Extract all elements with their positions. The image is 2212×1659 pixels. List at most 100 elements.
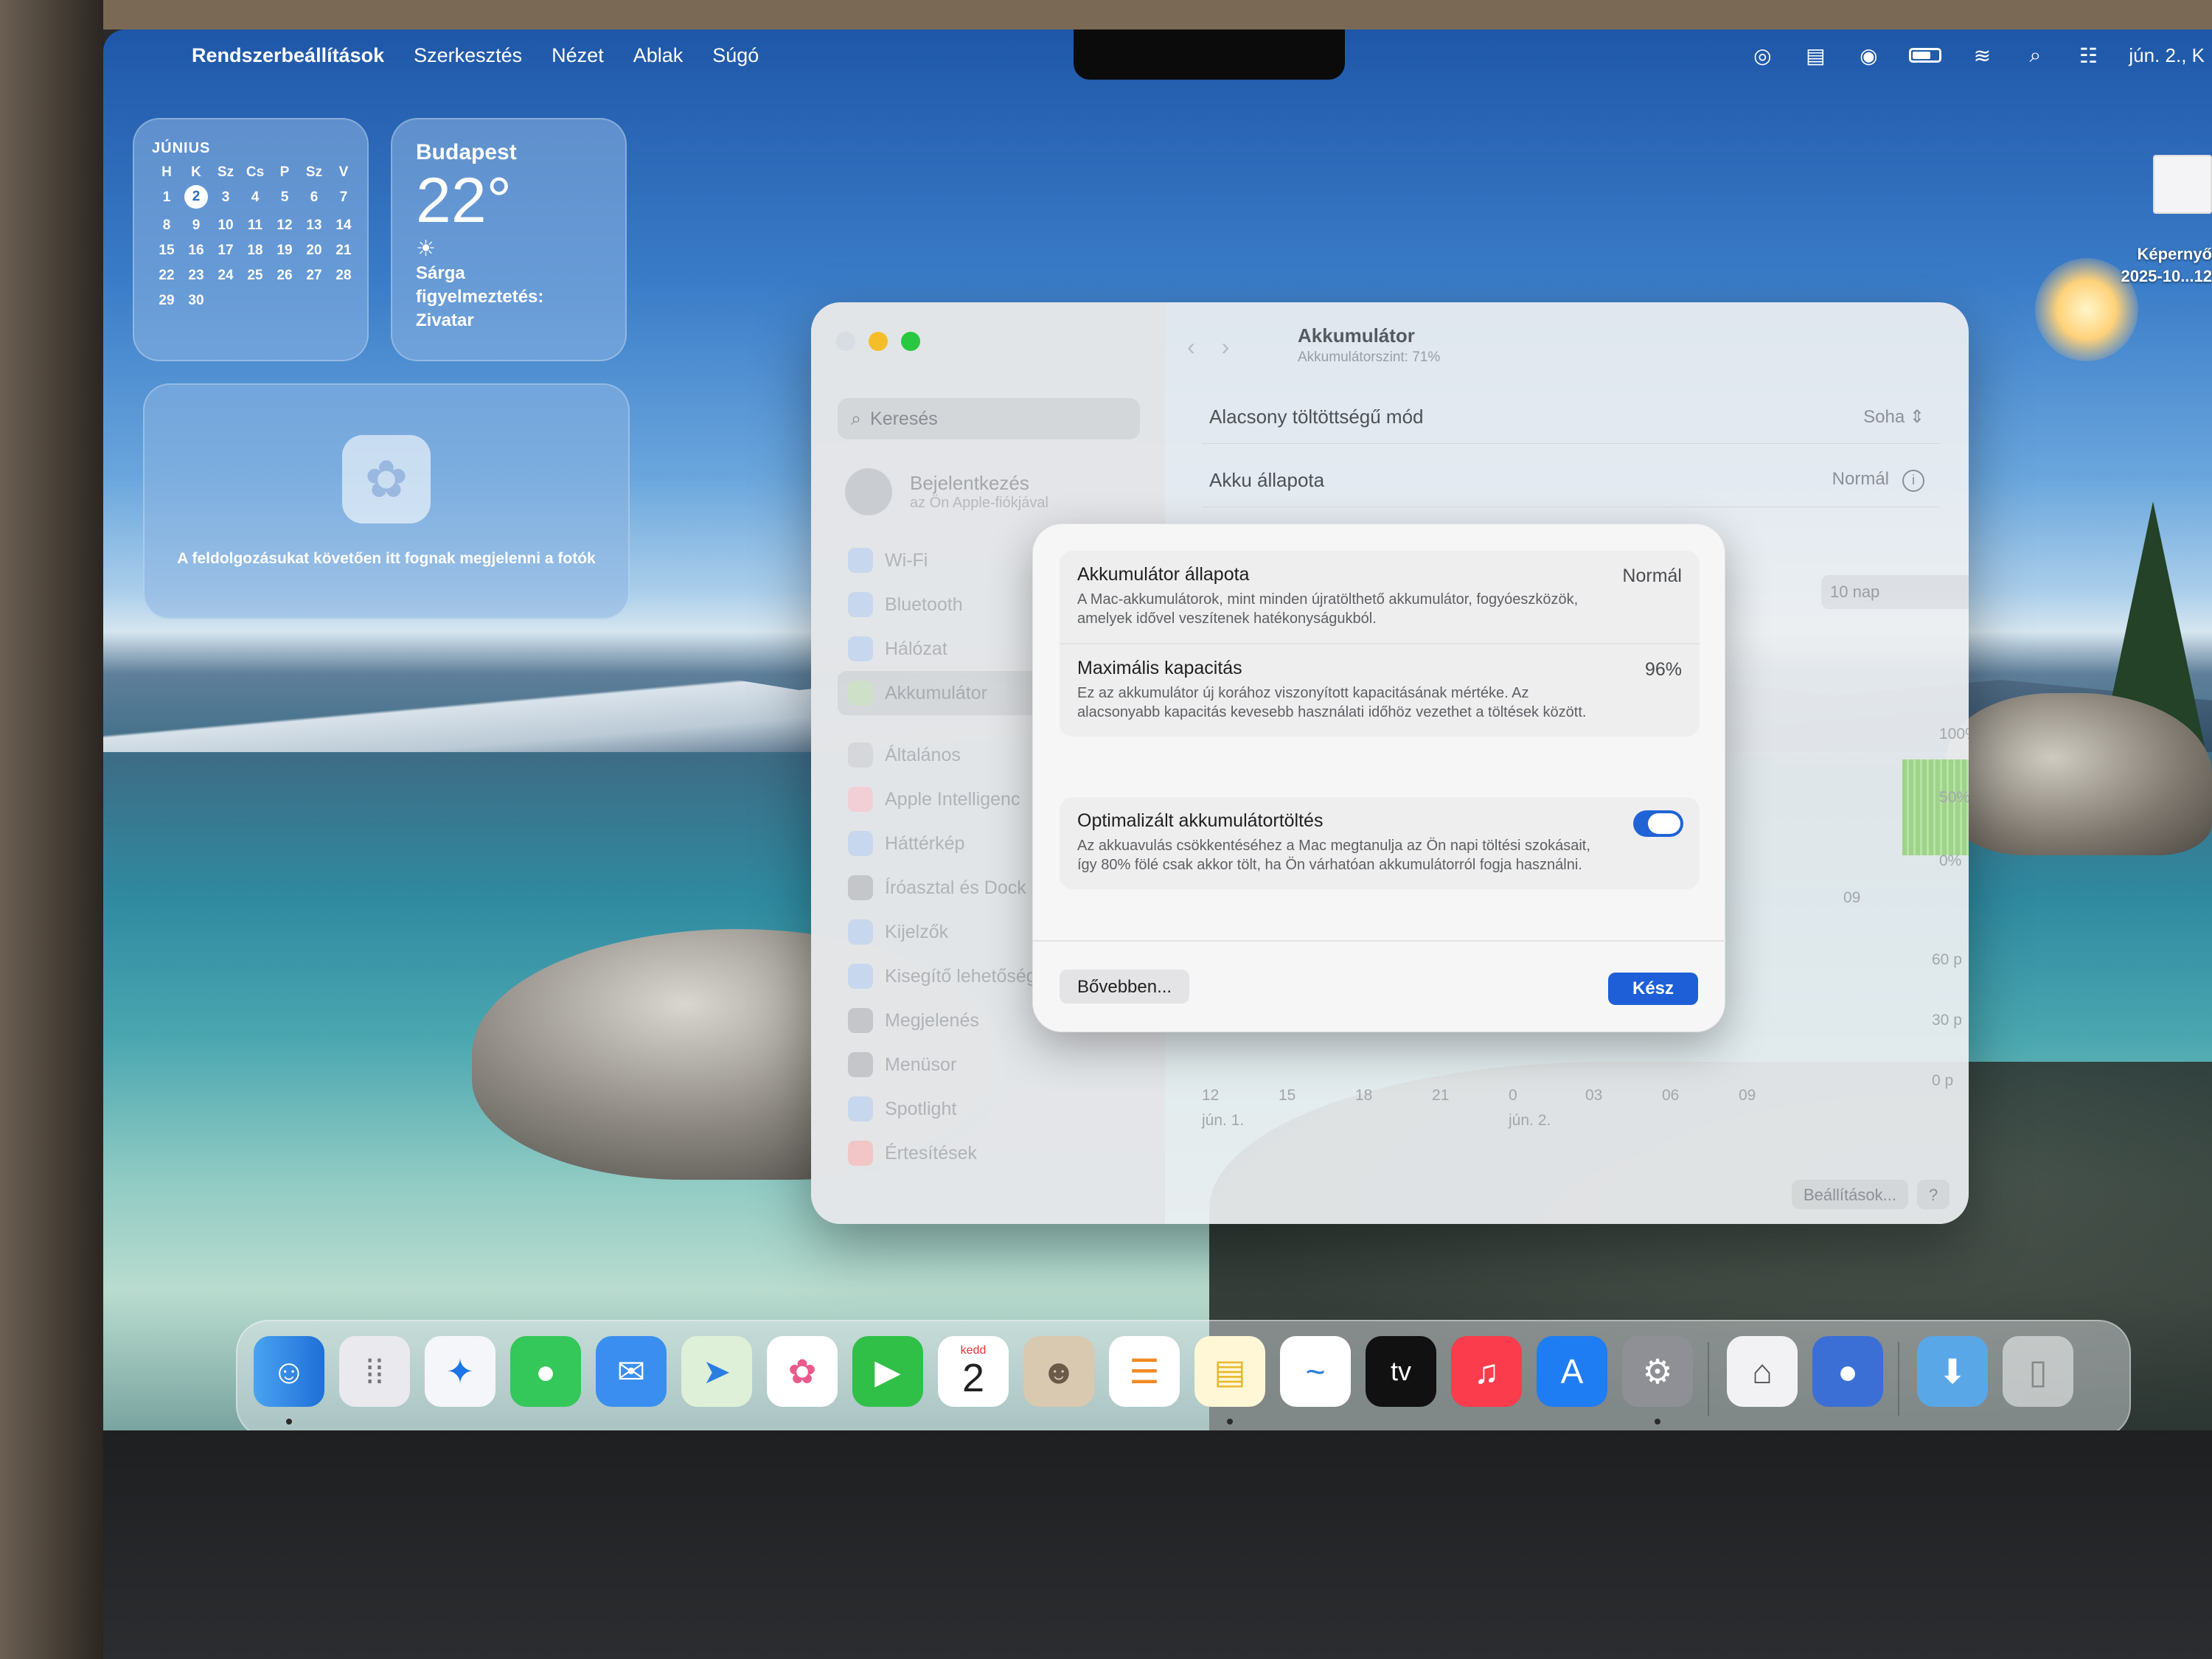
- learn-more-button[interactable]: Bővebben...: [1060, 970, 1190, 1004]
- optimized-title: Optimalizált akkumulátortöltés: [1077, 810, 1324, 831]
- calendar-day: 30: [188, 293, 204, 308]
- weather-alert-2: figyelmeztetés:: [416, 287, 544, 307]
- sidebar-item-spotlight[interactable]: Spotlight: [838, 1087, 1147, 1131]
- optimized-charging-toggle[interactable]: [1633, 810, 1683, 837]
- dock-calendar-date: 2: [961, 1356, 985, 1400]
- sidebar-label: Akkumulátor: [885, 682, 987, 703]
- app-store-icon[interactable]: A: [1537, 1336, 1607, 1407]
- focus-icon[interactable]: ◎: [1750, 43, 1775, 68]
- contacts-icon[interactable]: ☻: [1023, 1336, 1094, 1407]
- calendar-day: 6: [310, 189, 319, 205]
- sidebar-label: Kisegítő lehetőség: [885, 965, 1037, 987]
- chart-day-label: jún. 1.: [1202, 1112, 1245, 1129]
- running-indicator: [286, 1419, 292, 1425]
- sidebar-label: Bluetooth: [885, 594, 963, 615]
- maps-icon[interactable]: ➤: [681, 1336, 752, 1407]
- facetime-icon[interactable]: ▶: [852, 1336, 923, 1407]
- zoom-button[interactable]: [901, 332, 920, 351]
- weekday: Sz: [305, 164, 323, 180]
- low-power-selected: Soha: [1863, 407, 1905, 427]
- calendar-widget[interactable]: JÚNIUS H K Sz Cs P Sz V 1 2 3 4 5 6 7 8 …: [133, 118, 369, 361]
- menu-view[interactable]: Nézet: [552, 44, 604, 67]
- help-button[interactable]: ?: [1917, 1180, 1950, 1209]
- user-icon[interactable]: ◉: [1856, 43, 1881, 68]
- info-icon[interactable]: i: [1902, 469, 1924, 492]
- sidebar-label: Értesítések: [885, 1142, 978, 1164]
- calendar-day: 17: [218, 243, 234, 258]
- calendar-today: 2: [184, 185, 208, 209]
- calendar-day: 19: [276, 243, 293, 258]
- background-desk: [0, 0, 2212, 29]
- calendar-day: 9: [192, 218, 201, 233]
- sidebar-item-menubar[interactable]: Menüsor: [838, 1043, 1147, 1087]
- condition-desc: A Mac-akkumulátorok, mint minden újratöl…: [1077, 591, 1579, 627]
- photos-widget[interactable]: ✿ A feldolgozásukat követően itt fognak …: [143, 383, 630, 619]
- optimized-charging-group: Optimalizált akkumulátortöltés Az akkuav…: [1060, 797, 1700, 889]
- messages-icon[interactable]: ●: [510, 1336, 581, 1407]
- weather-widget[interactable]: Budapest 22° ☀ Sárga figyelmeztetés: Ziv…: [391, 118, 627, 361]
- weather-temp: 22°: [416, 165, 512, 236]
- photos-widget-text: A feldolgozásukat követően itt fognak me…: [177, 550, 596, 567]
- screenshot-file-label[interactable]: Képernyő 2025-10...12: [2094, 243, 2212, 288]
- sidebar-label: Wi-Fi: [885, 549, 928, 571]
- apple-tv-icon[interactable]: tv: [1366, 1336, 1436, 1407]
- wallpaper-rocks: [1947, 693, 2212, 855]
- menu-edit[interactable]: Szerkesztés: [414, 44, 522, 67]
- safari-icon[interactable]: ✦: [425, 1336, 495, 1407]
- accessibility-icon: [848, 964, 873, 989]
- battery-icon[interactable]: [1909, 48, 1942, 63]
- reminders-icon[interactable]: ☰: [1109, 1336, 1180, 1407]
- back-arrow-icon[interactable]: ‹: [1187, 333, 1195, 361]
- display-icon[interactable]: ▤: [1803, 43, 1828, 68]
- battery-health-row[interactable]: Akku állapota Normál i: [1202, 454, 1939, 507]
- apple-intelligence-icon: [848, 787, 873, 812]
- calendar-app-icon[interactable]: kedd 2: [938, 1336, 1009, 1407]
- mail-icon[interactable]: ✉: [596, 1336, 667, 1407]
- low-power-value[interactable]: Soha ⇕: [1863, 406, 1924, 428]
- options-button[interactable]: Beállítások...: [1792, 1180, 1908, 1209]
- trash-icon[interactable]: ▯: [2003, 1336, 2073, 1407]
- condition-value: Normál: [1622, 566, 1682, 586]
- downloads-folder-icon[interactable]: ⬇: [1917, 1336, 1988, 1407]
- file-label-line-2: 2025-10...12: [2121, 267, 2212, 285]
- wifi-icon[interactable]: ≋: [1969, 43, 1994, 68]
- preview-icon[interactable]: ⌂: [1727, 1336, 1798, 1407]
- menu-help[interactable]: Súgó: [712, 44, 759, 67]
- calendar-day: 24: [218, 268, 234, 283]
- menu-window[interactable]: Ablak: [633, 44, 684, 67]
- control-center-icon[interactable]: ☷: [2076, 43, 2101, 68]
- notifications-icon: [848, 1141, 873, 1166]
- utility-app-icon[interactable]: ●: [1812, 1336, 1883, 1407]
- low-power-mode-row[interactable]: Alacsony töltöttségű mód Soha ⇕: [1202, 391, 1939, 444]
- photos-flower-icon: ✿: [342, 435, 431, 524]
- notes-icon[interactable]: ▤: [1194, 1336, 1265, 1407]
- menu-app-name[interactable]: Rendszerbeállítások: [192, 44, 384, 67]
- dialog-divider: [1033, 940, 1726, 942]
- health-value-wrap: Normál i: [1832, 469, 1924, 492]
- range-tab-10-days[interactable]: 10 nap: [1821, 575, 1969, 609]
- signin-subtitle: az Ön Apple-fiókjával: [910, 495, 1048, 511]
- done-button[interactable]: Kész: [1608, 973, 1698, 1005]
- music-icon[interactable]: ♫: [1451, 1336, 1522, 1407]
- close-button[interactable]: [836, 332, 855, 351]
- screenshot-file-icon[interactable]: [2153, 155, 2212, 214]
- minimize-button[interactable]: [869, 332, 888, 351]
- calendar-day: 3: [221, 189, 230, 205]
- weekday: K: [191, 164, 201, 180]
- search-icon[interactable]: ⌕: [2023, 43, 2048, 68]
- settings-search[interactable]: ⌕ Keresés: [838, 398, 1140, 439]
- freeform-icon[interactable]: ~: [1280, 1336, 1351, 1407]
- launchpad-icon[interactable]: ⁞⁞: [339, 1336, 410, 1407]
- sidebar-item-notifications[interactable]: Értesítések: [838, 1131, 1147, 1175]
- weather-alert-3: Zivatar: [416, 310, 474, 330]
- y-tick-minutes: 30 p: [1932, 1012, 1962, 1029]
- pane-subtitle: Akkumulátorszint: 71%: [1298, 349, 1441, 365]
- system-settings-icon[interactable]: ⚙: [1622, 1336, 1693, 1407]
- clock[interactable]: jún. 2., K: [2129, 44, 2205, 67]
- apple-account-signin[interactable]: Bejelentkezés az Ön Apple-fiókjával: [845, 468, 1048, 515]
- pane-title: Akkumulátor: [1298, 324, 1415, 347]
- forward-arrow-icon[interactable]: ›: [1222, 333, 1230, 361]
- sidebar-label: Apple Intelligenc: [885, 788, 1020, 810]
- photos-icon[interactable]: ✿: [767, 1336, 838, 1407]
- finder-icon[interactable]: ☺: [254, 1336, 324, 1407]
